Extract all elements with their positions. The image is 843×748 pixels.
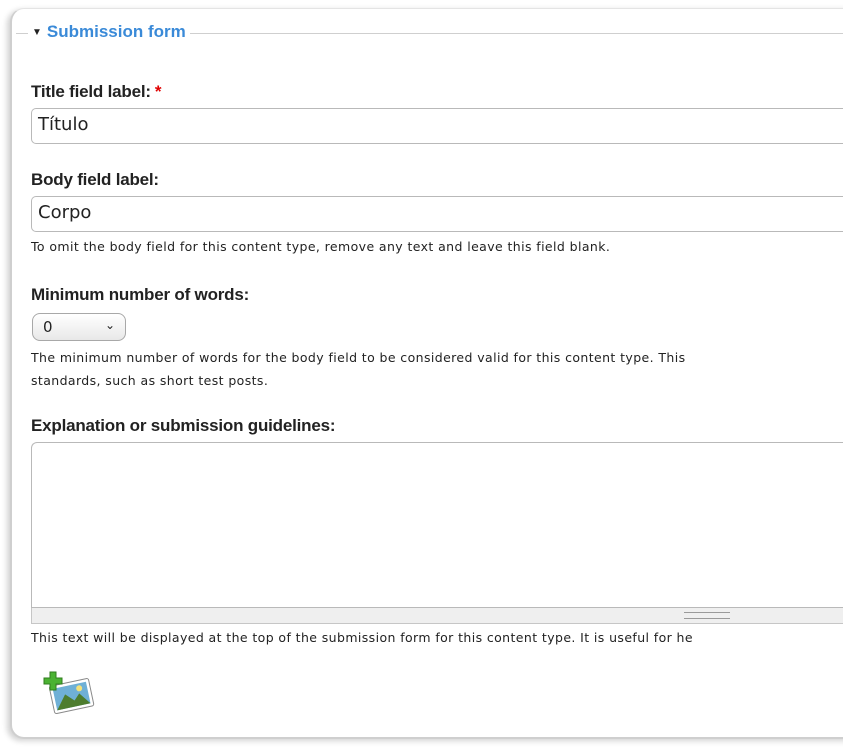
triangle-down-icon: ▼	[32, 26, 42, 38]
title-field-label-text: Title field label:	[31, 82, 151, 101]
min-words-select[interactable]: 0 ⌄	[32, 313, 126, 341]
textarea-resize-grip[interactable]	[31, 608, 843, 624]
fieldset-legend-toggle[interactable]: ▼ Submission form	[28, 22, 190, 42]
fieldset-legend-label: Submission form	[46, 22, 186, 41]
min-words-label: Minimum number of words:	[31, 285, 250, 304]
required-marker: *	[154, 82, 162, 101]
body-field-label: Body field label:	[31, 170, 159, 189]
grip-handle-icon	[684, 612, 730, 619]
add-image-icon[interactable]	[36, 668, 98, 716]
guidelines-description: This text will be displayed at the top o…	[31, 630, 693, 645]
guidelines-label: Explanation or submission guidelines:	[31, 416, 336, 435]
min-words-description-line1: The minimum number of words for the body…	[31, 350, 686, 365]
title-field-label: Title field label: *	[31, 82, 161, 102]
min-words-selected-value: 0	[43, 318, 53, 336]
min-words-description-line2: standards, such as short test posts.	[31, 373, 269, 388]
title-field-input[interactable]: Título	[31, 108, 843, 144]
body-field-input[interactable]: Corpo	[31, 196, 843, 232]
body-field-description: To omit the body field for this content …	[31, 239, 611, 254]
guidelines-textarea[interactable]	[31, 442, 843, 608]
chevron-down-icon: ⌄	[104, 318, 115, 332]
